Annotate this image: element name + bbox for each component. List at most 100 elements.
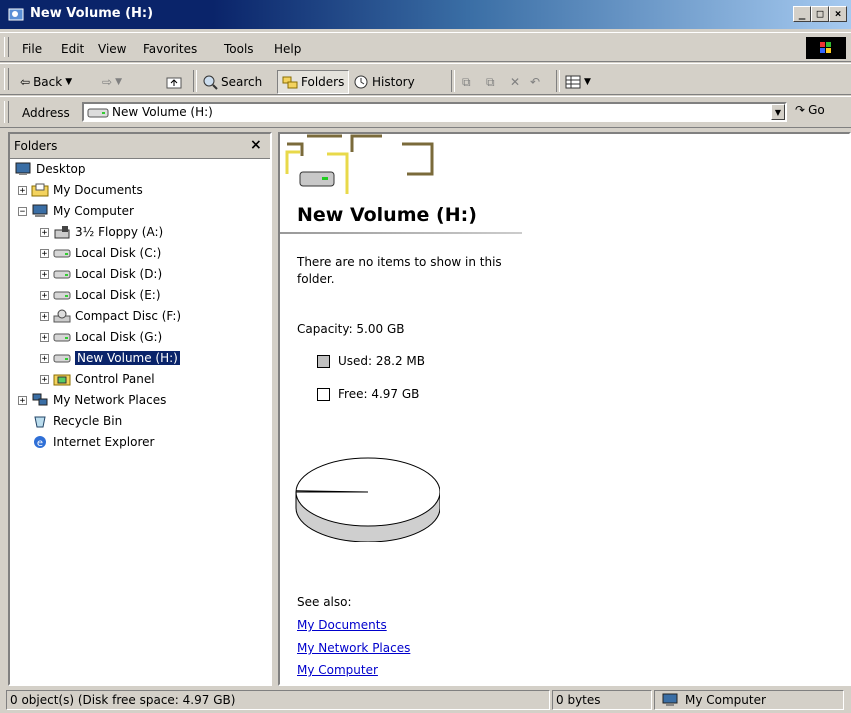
expand-icon[interactable]: + <box>40 290 49 300</box>
desktop-icon <box>15 162 31 175</box>
heading-divider <box>280 232 522 234</box>
tree-item[interactable]: + Local Disk (E:) <box>40 286 161 304</box>
menu-favorites[interactable]: Favorites <box>143 42 197 56</box>
undo-button[interactable]: ↶ <box>530 73 540 91</box>
title-bar[interactable]: New Volume (H:) _ □ × <box>0 0 851 29</box>
used-swatch <box>317 354 330 368</box>
folders-button[interactable]: Folders <box>277 70 350 94</box>
status-size: 0 bytes <box>552 690 652 710</box>
tree-item[interactable]: + Local Disk (D:) <box>40 265 162 283</box>
tree-item[interactable]: + My Documents <box>18 181 143 199</box>
menu-view[interactable]: View <box>98 42 126 56</box>
tree-item[interactable]: Recycle Bin <box>18 412 122 430</box>
content-pane: New Volume (H:) There are no items to sh… <box>278 132 851 686</box>
folders-close-button[interactable]: × <box>250 137 262 153</box>
menu-file[interactable]: File <box>22 42 42 56</box>
views-icon <box>565 75 581 89</box>
see-also-label: See also: <box>297 595 352 609</box>
back-dropdown-icon[interactable]: ▼ <box>65 77 72 87</box>
cd-icon <box>53 309 71 323</box>
up-folder-button[interactable] <box>166 73 182 91</box>
search-button[interactable]: Search <box>202 73 262 91</box>
tree-item[interactable]: e Internet Explorer <box>18 433 154 451</box>
address-grip[interactable] <box>4 101 9 123</box>
address-dropdown-button[interactable]: ▼ <box>771 104 785 120</box>
used-legend: Used: 28.2 MB <box>317 354 425 368</box>
go-button[interactable]: ↷ Go <box>795 103 825 117</box>
search-icon <box>203 75 218 90</box>
link-my-computer[interactable]: My Computer <box>297 663 378 677</box>
windows-logo-icon <box>806 37 846 59</box>
go-arrow-icon: ↷ <box>795 103 806 117</box>
expand-icon[interactable]: + <box>40 248 49 258</box>
expand-icon[interactable]: + <box>18 185 27 195</box>
minimize-button[interactable]: _ <box>793 6 811 22</box>
tree-item[interactable]: + Local Disk (G:) <box>40 328 162 346</box>
address-input[interactable]: New Volume (H:) ▼ <box>82 102 787 122</box>
forward-dropdown-icon[interactable]: ▼ <box>115 77 122 87</box>
my-computer-icon <box>662 693 678 706</box>
tree-item[interactable]: + My Network Places <box>18 391 166 409</box>
menu-tools[interactable]: Tools <box>224 42 254 56</box>
delete-button[interactable]: ✕ <box>510 73 520 91</box>
history-button[interactable]: History <box>353 73 415 91</box>
menu-edit[interactable]: Edit <box>61 42 84 56</box>
expand-icon[interactable]: + <box>40 227 49 237</box>
link-my-network-places[interactable]: My Network Places <box>297 641 410 655</box>
tree-item-label: 3½ Floppy (A:) <box>75 225 164 239</box>
folders-pane: Folders × Desktop + My Documents − My Comput… <box>8 132 272 686</box>
folders-label: Folders <box>301 75 345 89</box>
free-text: Free: 4.97 GB <box>338 387 420 401</box>
tree-item-label: Compact Disc (F:) <box>75 309 182 323</box>
copy-to-button[interactable]: ⧉ <box>486 73 495 91</box>
toolbar-separator <box>451 70 455 92</box>
views-button[interactable]: ▼ <box>565 73 591 91</box>
address-value: New Volume (H:) <box>112 105 213 119</box>
tree-item-label: My Network Places <box>53 393 167 407</box>
tree-item-label: Control Panel <box>75 372 155 386</box>
expand-icon[interactable]: + <box>40 269 49 279</box>
move-to-button[interactable]: ⧉ <box>462 73 471 91</box>
tree-item-label: Desktop <box>36 162 86 176</box>
close-button[interactable]: × <box>829 6 847 22</box>
expand-icon[interactable]: + <box>40 332 49 342</box>
standard-toolbar: ⇦ Back ▼ ⇨ ▼ Search Folders History ⧉ ⧉ … <box>0 63 851 95</box>
free-legend: Free: 4.97 GB <box>317 387 419 401</box>
undo-icon: ↶ <box>530 75 541 89</box>
folders-header: Folders × <box>10 134 270 159</box>
forward-button[interactable]: ⇨ ▼ <box>102 73 122 91</box>
expand-icon[interactable]: + <box>40 311 49 321</box>
expand-icon[interactable]: + <box>18 395 27 405</box>
up-folder-icon <box>166 77 182 89</box>
control-panel-icon <box>53 374 71 386</box>
expand-icon[interactable]: + <box>40 374 49 384</box>
tree-item-label: My Computer <box>53 204 134 218</box>
tree-item[interactable]: + Control Panel <box>40 370 155 388</box>
folders-icon <box>282 76 298 89</box>
copy-to-icon: ⧉ <box>486 74 495 89</box>
tree-item[interactable]: + Local Disk (C:) <box>40 244 161 262</box>
menu-bar: File Edit View Favorites Tools Help <box>0 32 851 62</box>
expand-icon[interactable]: + <box>40 353 49 363</box>
search-label: Search <box>221 75 263 89</box>
drive-icon <box>53 249 71 258</box>
toolbar-grip[interactable] <box>4 68 9 90</box>
back-button[interactable]: ⇦ Back ▼ <box>20 73 72 91</box>
status-objects: 0 object(s) (Disk free space: 4.97 GB) <box>6 690 550 710</box>
tree-item[interactable]: + New Volume (H:) <box>40 349 180 367</box>
go-label: Go <box>808 103 825 117</box>
tree-item[interactable]: Desktop <box>14 160 86 178</box>
menu-help[interactable]: Help <box>274 42 301 56</box>
link-my-documents[interactable]: My Documents <box>297 618 387 632</box>
tree-item[interactable]: +3½ Floppy (A:) <box>40 223 163 241</box>
views-dropdown-icon: ▼ <box>584 77 591 87</box>
maximize-button[interactable]: □ <box>811 6 829 22</box>
ie-icon: e <box>34 436 46 449</box>
collapse-icon[interactable]: − <box>18 206 27 216</box>
tree-item[interactable]: − My Computer <box>18 202 134 220</box>
menu-grip[interactable] <box>4 37 9 57</box>
tree-item[interactable]: + Compact Disc (F:) <box>40 307 181 325</box>
folder-window-icon <box>8 8 24 21</box>
drive-banner-icon <box>285 134 434 194</box>
